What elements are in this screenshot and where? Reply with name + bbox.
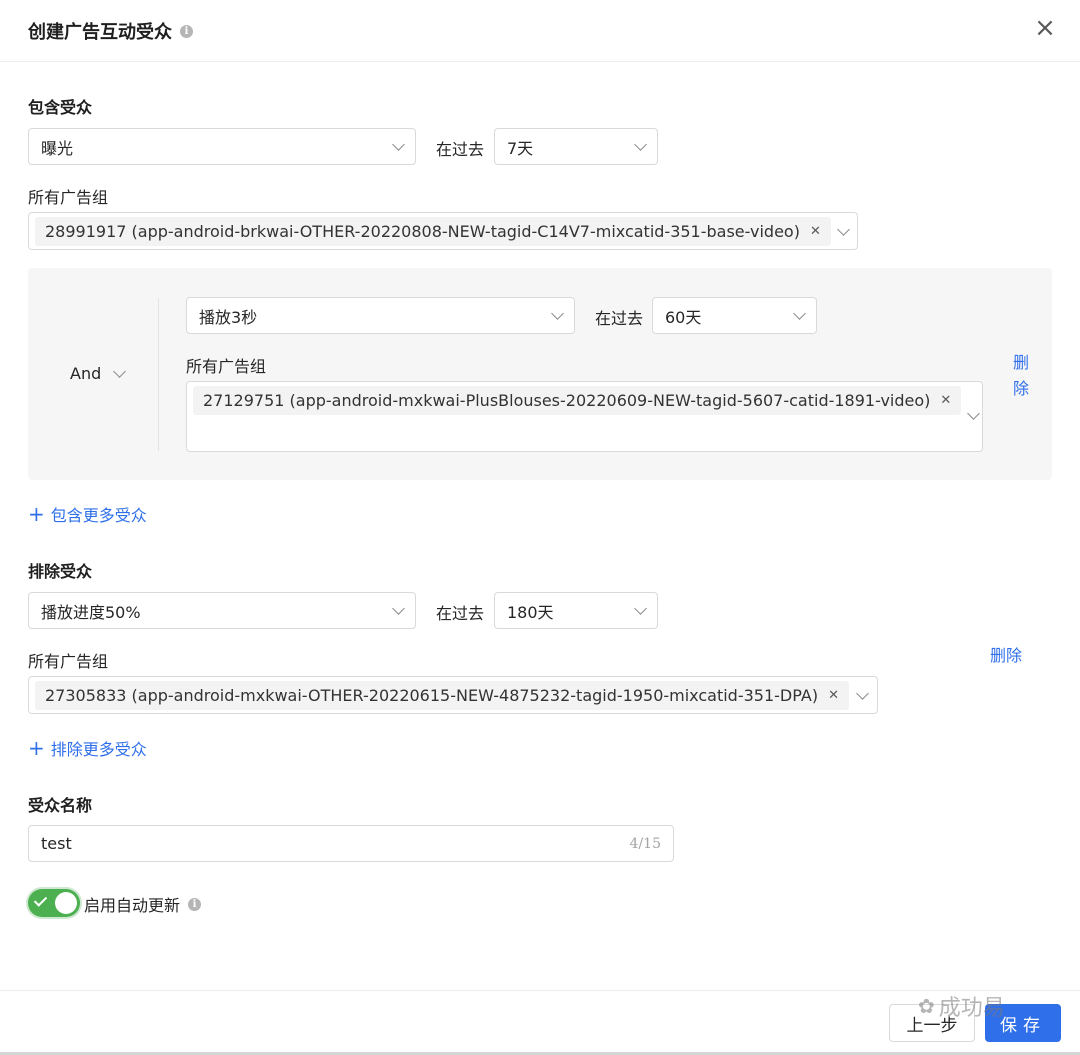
- rule2-event-select[interactable]: 播放3秒: [186, 297, 575, 334]
- close-icon[interactable]: ×: [1034, 15, 1056, 41]
- include-past-label: 在过去: [436, 140, 485, 159]
- add-exclude-audience-link[interactable]: + 排除更多受众: [28, 736, 147, 760]
- exclude-group-label: 所有广告组: [28, 652, 109, 671]
- chevron-down-icon: [634, 601, 647, 615]
- adgroup-tag: 28991917 (app-android-brkwai-OTHER-20220…: [35, 217, 831, 246]
- logic-operator-value: And: [70, 364, 102, 383]
- rule2-group-label: 所有广告组: [186, 357, 267, 376]
- chevron-down-icon: [793, 306, 806, 320]
- exclude-period-select[interactable]: 180天: [494, 592, 658, 629]
- include-event-select[interactable]: 曝光: [28, 128, 416, 165]
- audience-name-value: test: [41, 834, 72, 853]
- panel-divider: [158, 298, 159, 451]
- rule2-past-label: 在过去: [595, 309, 644, 328]
- include-section-label: 包含受众: [28, 98, 93, 117]
- info-icon[interactable]: i: [188, 897, 202, 911]
- adgroup-tag-label: 28991917 (app-android-brkwai-OTHER-20220…: [45, 222, 800, 241]
- adgroup-tag: 27305833 (app-android-mxkwai-OTHER-20220…: [35, 681, 849, 710]
- chevron-down-icon: [856, 686, 869, 700]
- add-exclude-label: 排除更多受众: [50, 740, 147, 759]
- chevron-down-icon: [634, 137, 647, 151]
- adgroup-tag-label: 27129751 (app-android-mxkwai-PlusBlouses…: [203, 391, 931, 410]
- chevron-down-icon: [967, 407, 981, 420]
- adgroup-tag: 27129751 (app-android-mxkwai-PlusBlouses…: [193, 386, 962, 415]
- include-period-select[interactable]: 7天: [494, 128, 658, 165]
- rule2-event-value: 播放3秒: [199, 307, 258, 327]
- delete-char-1: 删: [1012, 353, 1029, 372]
- exclude-section-label: 排除受众: [28, 562, 93, 581]
- exclude-event-select[interactable]: 播放进度50%: [28, 592, 416, 629]
- plus-icon: +: [28, 502, 45, 526]
- adgroup-tag-label: 27305833 (app-android-mxkwai-OTHER-20220…: [45, 686, 819, 705]
- tag-remove-icon[interactable]: ✕: [940, 393, 951, 408]
- audience-name-input[interactable]: test 4/15: [28, 825, 674, 862]
- chevron-down-icon: [392, 137, 405, 151]
- rule2-period-value: 60天: [665, 307, 702, 327]
- char-counter: 4/15: [629, 835, 661, 852]
- exclude-past-label: 在过去: [436, 604, 485, 623]
- chevron-down-icon: [392, 601, 405, 615]
- exclude-delete-link[interactable]: 删除: [990, 642, 1022, 666]
- exclude-adgroup-multiselect[interactable]: 27305833 (app-android-mxkwai-OTHER-20220…: [28, 676, 878, 714]
- logic-operator-select[interactable]: And: [70, 364, 127, 383]
- chevron-down-icon: [836, 222, 850, 236]
- check-icon: [33, 893, 48, 907]
- chevron-down-icon: [113, 364, 127, 378]
- include-group-label: 所有广告组: [28, 188, 109, 207]
- tag-remove-icon[interactable]: ✕: [810, 224, 821, 239]
- auto-update-toggle[interactable]: [28, 889, 80, 917]
- chevron-wrap: [961, 386, 981, 446]
- exclude-event-value: 播放进度50%: [41, 602, 141, 622]
- header-divider: [0, 61, 1080, 62]
- dialog-header: 创建广告互动受众 i: [28, 18, 193, 44]
- rule2-delete-link[interactable]: 删 除: [1011, 350, 1031, 402]
- rule2-period-select[interactable]: 60天: [652, 297, 817, 334]
- add-include-audience-link[interactable]: + 包含更多受众: [28, 502, 147, 526]
- auto-update-row: 启用自动更新 i: [84, 892, 202, 916]
- tag-remove-icon[interactable]: ✕: [828, 688, 839, 703]
- include-period-value: 7天: [507, 138, 534, 158]
- chevron-wrap: [831, 217, 850, 246]
- auto-update-label: 启用自动更新: [84, 896, 181, 915]
- audience-name-label: 受众名称: [28, 796, 93, 815]
- include-adgroup-multiselect[interactable]: 28991917 (app-android-brkwai-OTHER-20220…: [28, 212, 858, 250]
- save-button[interactable]: 保存: [985, 1004, 1061, 1042]
- plus-icon: +: [28, 736, 45, 760]
- rule2-adgroup-multiselect[interactable]: 27129751 (app-android-mxkwai-PlusBlouses…: [186, 381, 983, 452]
- chevron-wrap: [850, 681, 869, 710]
- toggle-knob: [55, 892, 77, 914]
- include-event-value: 曝光: [41, 138, 74, 158]
- add-include-label: 包含更多受众: [50, 506, 147, 525]
- info-icon[interactable]: i: [180, 24, 193, 38]
- exclude-period-value: 180天: [507, 602, 554, 622]
- chevron-down-icon: [551, 306, 564, 320]
- dialog-title: 创建广告互动受众: [28, 22, 172, 43]
- footer-divider: [0, 990, 1080, 991]
- prev-step-button[interactable]: 上一步: [889, 1004, 975, 1042]
- delete-char-2: 除: [1012, 379, 1029, 398]
